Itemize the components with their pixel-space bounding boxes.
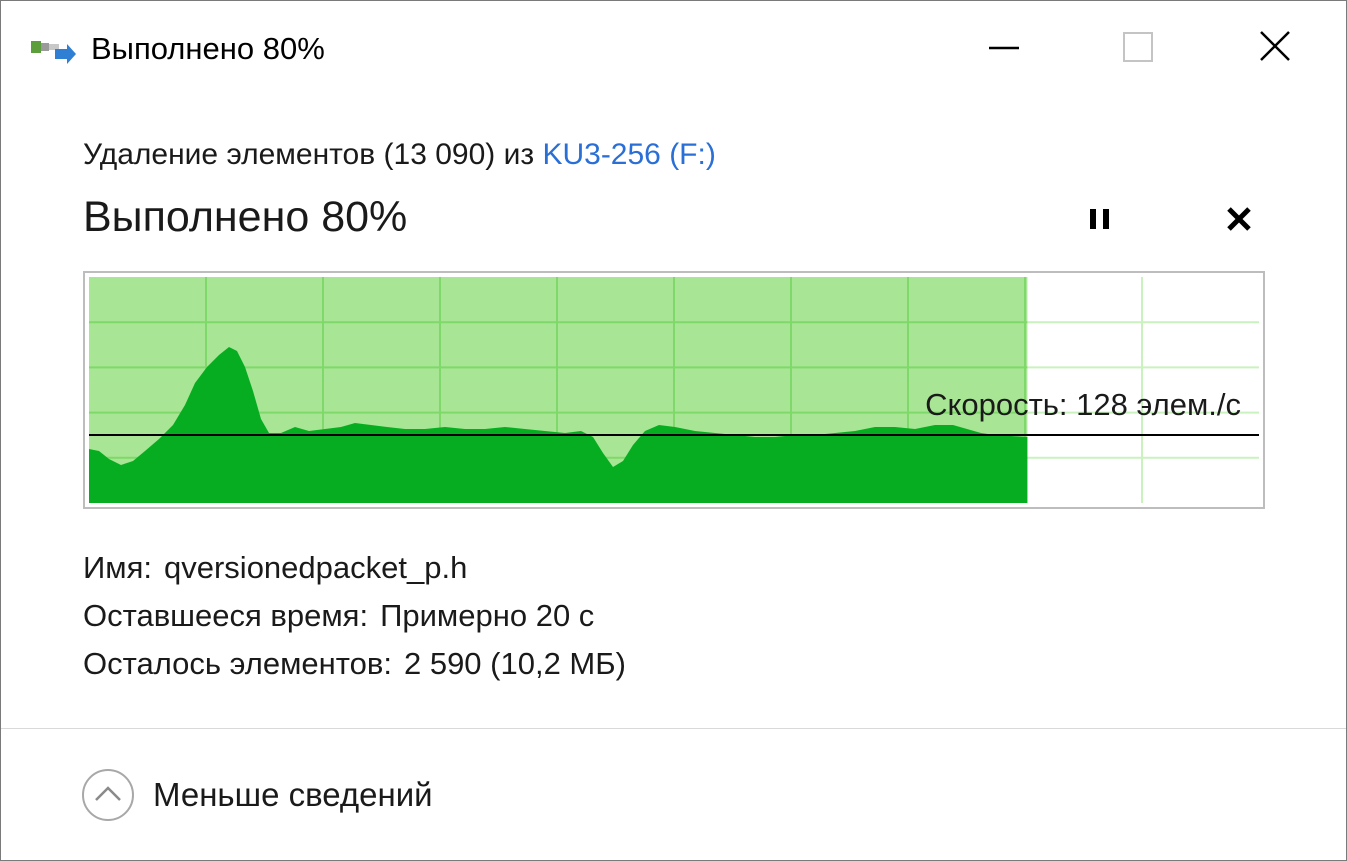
- progress-title: Выполнено 80%: [83, 193, 408, 241]
- title-bar[interactable]: Выполнено 80%: [1, 1, 1346, 93]
- time-remaining-row: Оставшееся время: Примерно 20 с: [83, 592, 626, 640]
- less-details-label: Меньше сведений: [153, 776, 433, 813]
- operation-description: Удаление элементов (13 090) из KU3-256 (…: [83, 135, 716, 175]
- pause-icon: [1090, 209, 1109, 229]
- window-title: Выполнено 80%: [91, 31, 325, 66]
- cancel-icon: [1227, 207, 1251, 231]
- dialog-footer: Меньше сведений: [1, 729, 1346, 860]
- name-row: Имя: qversionedpacket_p.h: [83, 544, 626, 592]
- items-remaining-label: Осталось элементов:: [83, 646, 392, 681]
- maximize-button[interactable]: [1110, 21, 1166, 73]
- name-value: qversionedpacket_p.h: [164, 550, 468, 585]
- close-button[interactable]: [1247, 21, 1303, 73]
- speed-label: Скорость: 128 элем./с: [925, 387, 1241, 422]
- progress-dialog: Выполнено 80% Удаление элементов (13 090…: [0, 0, 1347, 861]
- name-label: Имя:: [83, 550, 152, 585]
- cancel-button[interactable]: [1217, 197, 1261, 241]
- time-remaining-value: Примерно 20 с: [380, 598, 595, 633]
- time-remaining-label: Оставшееся время:: [83, 598, 369, 633]
- minimize-icon: [989, 46, 1019, 50]
- items-remaining-value: 2 590 (10,2 МБ): [403, 646, 626, 681]
- close-icon: [1260, 31, 1290, 61]
- items-remaining-row: Осталось элементов: 2 590 (10,2 МБ): [83, 640, 626, 688]
- details-panel: Имя: qversionedpacket_p.h Оставшееся врем…: [83, 544, 626, 688]
- minimize-button[interactable]: [975, 21, 1031, 73]
- operation-prefix: Удаление элементов (13 090) из: [83, 138, 535, 171]
- chevron-up-circle-icon: [82, 769, 134, 821]
- maximize-icon: [1123, 32, 1153, 62]
- pause-button[interactable]: [1079, 197, 1123, 241]
- file-transfer-icon: [31, 35, 77, 65]
- less-details-button[interactable]: Меньше сведений: [81, 767, 433, 823]
- source-drive-link[interactable]: KU3-256 (F:): [542, 138, 715, 171]
- transfer-speed-graph: Скорость: 128 элем./с: [83, 271, 1265, 509]
